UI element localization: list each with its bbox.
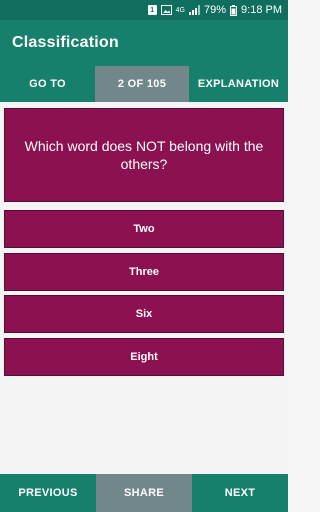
answer-label: Two — [133, 223, 155, 235]
battery-icon — [230, 4, 238, 16]
status-bar: 1 4G 79% 9:18 PM — [0, 0, 288, 20]
image-icon — [160, 5, 172, 15]
question-card: Which word does NOT belong with the othe… — [4, 108, 284, 202]
answer-option[interactable]: Six — [4, 295, 284, 333]
next-button[interactable]: NEXT — [192, 474, 288, 512]
signal-icon — [189, 5, 200, 15]
question-text: Which word does NOT belong with the othe… — [24, 138, 264, 172]
share-button[interactable]: SHARE — [96, 474, 192, 512]
bottom-nav: PREVIOUS SHARE NEXT — [0, 474, 288, 512]
page-title: Classification — [12, 34, 119, 51]
answer-option[interactable]: Two — [4, 210, 284, 248]
explanation-button[interactable]: EXPLANATION — [189, 66, 288, 102]
battery-level: 79% — [204, 4, 227, 16]
goto-button[interactable]: GO TO — [0, 66, 95, 102]
network-type: 4G — [175, 6, 185, 14]
app-screen: 1 4G 79% 9:18 PM Classification GO TO 2 … — [0, 0, 288, 512]
answer-option[interactable]: Three — [4, 253, 284, 291]
question-counter[interactable]: 2 OF 105 — [95, 66, 189, 102]
answer-option[interactable]: Eight — [4, 338, 284, 376]
answer-label: Six — [135, 308, 153, 320]
previous-button[interactable]: PREVIOUS — [0, 474, 96, 512]
top-tab-bar: GO TO 2 OF 105 EXPLANATION — [0, 66, 288, 102]
sim-icon: 1 — [147, 5, 157, 15]
clock: 9:18 PM — [241, 4, 282, 16]
answer-label: Eight — [130, 351, 158, 363]
answer-label: Three — [129, 266, 159, 278]
app-toolbar: Classification — [0, 20, 288, 66]
